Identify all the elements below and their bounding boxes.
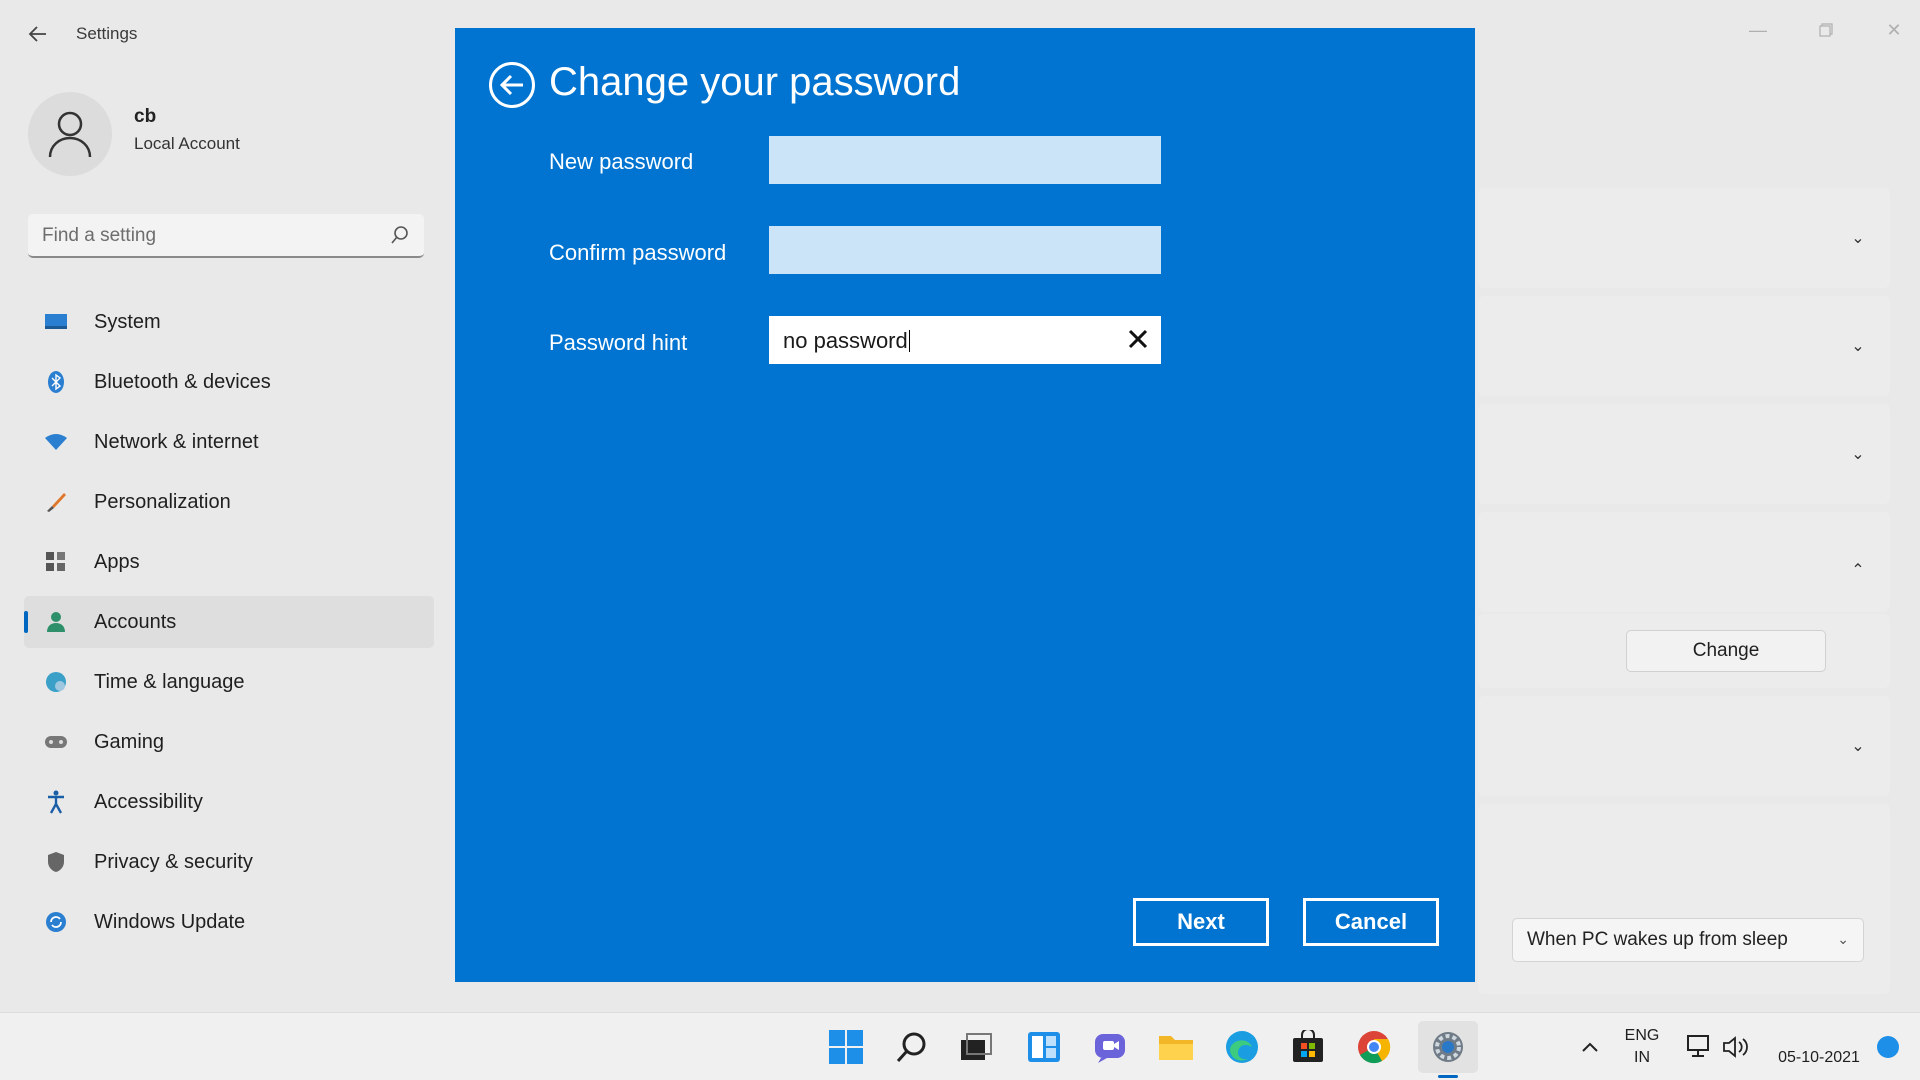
sidebar-item-system[interactable]: System (24, 296, 434, 348)
sidebar-item-apps[interactable]: Apps (24, 536, 434, 588)
chevron-down-icon: ⌄ (1837, 931, 1849, 947)
chevron-down-icon[interactable]: ⌄ (1848, 736, 1868, 756)
chevron-down-icon[interactable]: ⌄ (1848, 444, 1868, 464)
notification-icon[interactable] (1868, 1027, 1908, 1067)
change-password-dialog: Change your password New password Confir… (455, 28, 1475, 982)
taskbar: ENG IN 05-10-2021 (0, 1012, 1920, 1080)
apps-icon (44, 550, 68, 574)
sidebar-nav: System Bluetooth & devices Network & int… (24, 296, 434, 956)
password-hint-label: Password hint (549, 330, 688, 355)
search-input[interactable]: Find a setting (28, 214, 424, 258)
sidebar-item-label: Gaming (94, 730, 165, 753)
sidebar-item-network[interactable]: Network & internet (24, 416, 434, 468)
sidebar-item-label: Apps (94, 550, 140, 573)
start-icon[interactable] (826, 1027, 866, 1067)
chevron-up-icon[interactable]: ⌃ (1848, 560, 1868, 580)
sidebar-item-label: Time & language (94, 670, 245, 693)
sidebar-item-label: Personalization (94, 490, 231, 513)
update-icon (44, 910, 68, 934)
dropdown-value: When PC wakes up from sleep (1527, 929, 1788, 950)
back-arrow-icon[interactable] (22, 18, 54, 50)
microsoft-store-icon[interactable] (1288, 1027, 1328, 1067)
sign-in-required-dropdown[interactable]: When PC wakes up from sleep ⌄ (1512, 918, 1864, 962)
sidebar-item-time-language[interactable]: Time & language (24, 656, 434, 708)
teams-chat-icon[interactable] (1090, 1027, 1130, 1067)
search-icon[interactable] (892, 1027, 932, 1067)
sidebar-item-label: Privacy & security (94, 850, 253, 873)
next-button[interactable]: Next (1133, 898, 1269, 946)
date[interactable]: 05-10-2021 (1764, 1049, 1874, 1067)
sidebar-item-label: Bluetooth & devices (94, 370, 271, 393)
clear-icon[interactable] (1125, 326, 1151, 352)
chevron-down-icon[interactable]: ⌄ (1848, 336, 1868, 356)
dialog-title: Change your password (549, 60, 961, 104)
sidebar-item-gaming[interactable]: Gaming (24, 716, 434, 768)
network-icon[interactable] (1678, 1027, 1718, 1067)
settings-card[interactable]: ⌄ (1478, 404, 1890, 504)
brush-icon (44, 490, 68, 514)
sidebar-item-bluetooth[interactable]: Bluetooth & devices (24, 356, 434, 408)
file-explorer-icon[interactable] (1156, 1027, 1196, 1067)
sidebar-item-label: Accounts (94, 610, 177, 633)
settings-card-expanded[interactable]: ⌃ (1478, 512, 1890, 612)
password-hint-value: no password (783, 328, 910, 354)
search-placeholder: Find a setting (42, 225, 157, 246)
new-password-label: New password (549, 149, 694, 174)
new-password-field[interactable] (769, 136, 1161, 184)
active-indicator (24, 611, 28, 633)
password-hint-field[interactable]: no password (769, 316, 1161, 364)
input-language[interactable]: ENG IN (1620, 1027, 1664, 1067)
widgets-icon[interactable] (1024, 1027, 1064, 1067)
settings-card (1478, 804, 1890, 994)
minimize-icon[interactable]: — (1738, 10, 1778, 50)
task-view-icon[interactable] (956, 1027, 996, 1067)
settings-gear-icon[interactable] (1428, 1027, 1468, 1067)
settings-card[interactable]: ⌄ (1478, 296, 1890, 396)
sidebar-item-privacy[interactable]: Privacy & security (24, 836, 434, 888)
sidebar-item-label: System (94, 310, 161, 333)
text-caret (908, 330, 910, 352)
sidebar-item-label: Windows Update (94, 910, 246, 933)
sidebar-item-accounts[interactable]: Accounts (24, 596, 434, 648)
shield-icon (44, 850, 68, 874)
person-icon (44, 610, 68, 634)
settings-card[interactable]: ⌄ (1478, 696, 1890, 796)
app-title: Settings (76, 24, 138, 43)
accessibility-icon (44, 790, 68, 814)
confirm-password-field[interactable] (769, 226, 1161, 274)
sidebar-item-accessibility[interactable]: Accessibility (24, 776, 434, 828)
change-button[interactable]: Change (1626, 630, 1826, 672)
back-arrow-icon[interactable] (489, 62, 535, 108)
wifi-icon (44, 430, 68, 454)
bluetooth-icon (44, 370, 68, 394)
cancel-button[interactable]: Cancel (1303, 898, 1439, 946)
gamepad-icon (44, 730, 68, 754)
password-hint-text: no password (783, 328, 908, 353)
chevron-up-icon[interactable] (1570, 1027, 1610, 1067)
user-name: cb (134, 106, 157, 127)
globe-clock-icon (44, 670, 68, 694)
language-code: ENG (1624, 1027, 1660, 1044)
chevron-down-icon[interactable]: ⌄ (1848, 228, 1868, 248)
close-window-icon[interactable]: ✕ (1874, 10, 1914, 50)
restore-icon[interactable] (1806, 10, 1846, 50)
sidebar-item-personalization[interactable]: Personalization (24, 476, 434, 528)
settings-card[interactable]: ⌄ (1478, 188, 1890, 288)
volume-icon[interactable] (1716, 1027, 1756, 1067)
edge-browser-icon[interactable] (1222, 1027, 1262, 1067)
sidebar-item-label: Network & internet (94, 430, 259, 453)
account-type: Local Account (134, 134, 240, 153)
sidebar-item-windows-update[interactable]: Windows Update (24, 896, 434, 948)
search-icon[interactable] (390, 225, 410, 250)
confirm-password-label: Confirm password (549, 240, 727, 265)
region-code: IN (1634, 1049, 1650, 1066)
chrome-icon[interactable] (1354, 1027, 1394, 1067)
monitor-icon (44, 310, 68, 334)
active-app-underline (1438, 1075, 1458, 1078)
avatar (28, 92, 112, 176)
sidebar-item-label: Accessibility (94, 790, 203, 813)
